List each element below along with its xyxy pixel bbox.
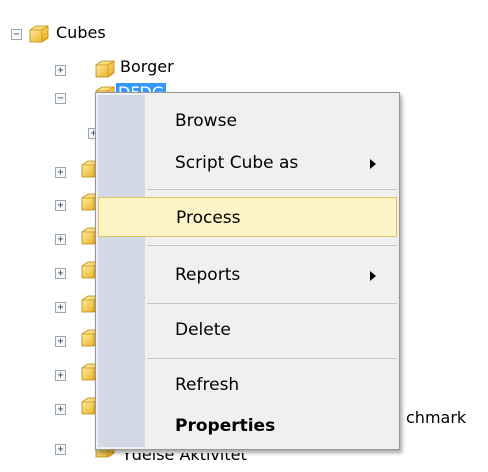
menu-item-process[interactable]: Process: [98, 197, 397, 237]
menu-item-script-cube-as[interactable]: Script Cube as: [98, 143, 397, 183]
menu-item-label: Delete: [175, 320, 231, 340]
menu-item-label: Refresh: [175, 375, 240, 395]
tree-expander[interactable]: +: [55, 404, 66, 415]
context-menu: Browse Script Cube as Process Reports De…: [95, 92, 400, 450]
tree-item-ydelse-aktivitet[interactable]: Ydelse Aktivitet: [122, 453, 247, 465]
submenu-arrow-icon: [370, 271, 376, 281]
menu-item-properties[interactable]: Properties: [98, 406, 397, 446]
menu-item-browse[interactable]: Browse: [98, 101, 397, 141]
tree-expander[interactable]: +: [55, 167, 66, 178]
menu-separator: [147, 303, 397, 304]
menu-separator: [147, 245, 397, 246]
tree-expander[interactable]: +: [55, 444, 66, 455]
menu-item-label: Reports: [175, 265, 241, 285]
tree-expander[interactable]: +: [55, 370, 66, 381]
menu-separator: [147, 358, 397, 359]
menu-item-delete[interactable]: Delete: [98, 310, 397, 350]
tree-expander[interactable]: +: [55, 65, 66, 76]
tree-expander-cubes[interactable]: −: [11, 29, 22, 40]
menu-item-refresh[interactable]: Refresh: [98, 365, 397, 405]
tree-expander[interactable]: +: [55, 336, 66, 347]
tree-item-borger[interactable]: Borger: [120, 57, 174, 77]
menu-item-label: Script Cube as: [175, 153, 299, 173]
menu-item-reports[interactable]: Reports: [98, 255, 397, 295]
tree-expander[interactable]: −: [55, 93, 66, 104]
menu-item-label: Properties: [175, 416, 276, 436]
tree-expander[interactable]: +: [55, 302, 66, 313]
tree-item-cubes[interactable]: Cubes: [56, 23, 106, 43]
menu-item-label: Process: [176, 208, 241, 228]
submenu-arrow-icon: [370, 159, 376, 169]
menu-separator: [147, 189, 397, 190]
folder-icon: [94, 60, 115, 78]
tree-expander[interactable]: +: [55, 234, 66, 245]
tree-expander[interactable]: +: [55, 200, 66, 211]
tree-item-ydelse-aktivitet-clip: Ydelse Aktivitet: [122, 453, 252, 472]
tree-expander[interactable]: +: [55, 268, 66, 279]
tree-item-benchmark[interactable]: chmark: [406, 408, 466, 428]
menu-item-label: Browse: [175, 111, 237, 131]
tree-item-dfdg-selected[interactable]: DFDG: [116, 83, 167, 92]
folder-icon: [28, 25, 49, 43]
